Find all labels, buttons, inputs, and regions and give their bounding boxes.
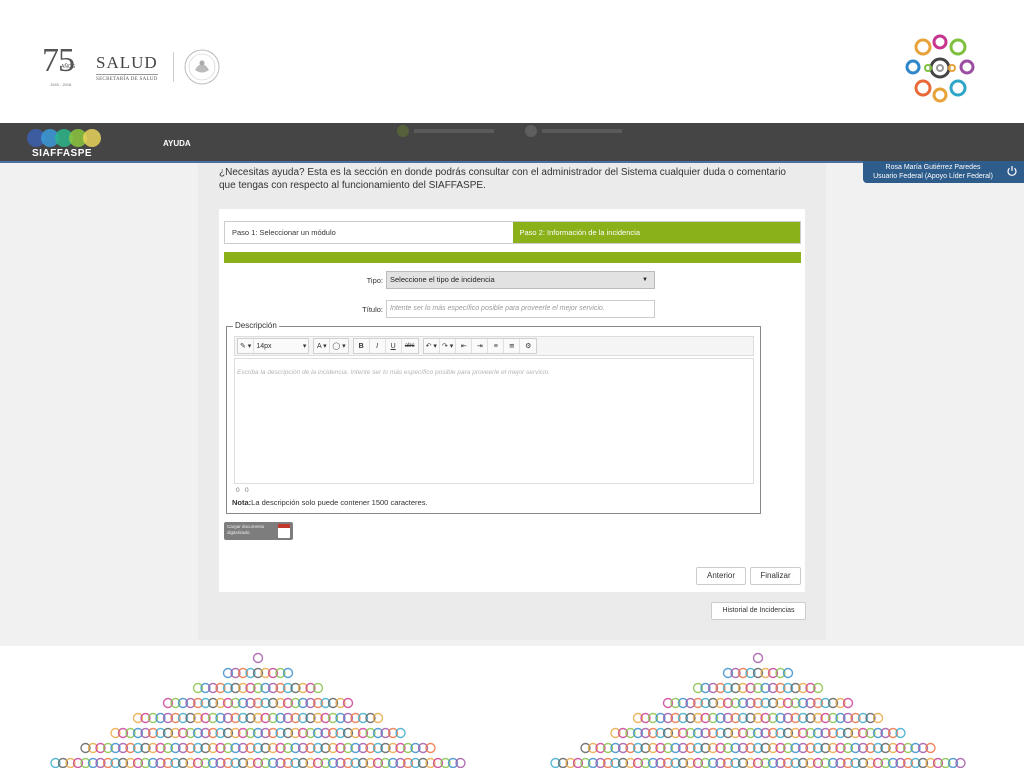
incident-panel: Paso 1: Seleccionar un módulo Paso 2: In… <box>219 209 805 592</box>
logo-salud-word: SALUD <box>96 53 158 72</box>
italic-icon[interactable]: I <box>370 339 386 353</box>
titulo-input[interactable]: Intente ser lo más específico posible pa… <box>386 300 655 318</box>
nav-item-ayuda[interactable]: AYUDA <box>163 139 191 148</box>
indent-right-icon[interactable]: ⇥ <box>472 339 489 353</box>
user-name: Rosa María Gutiérrez Paredes <box>885 164 981 171</box>
counter-right: 0 <box>245 487 249 494</box>
wizard-step-2[interactable]: Paso 2: Información de la incidencia <box>512 222 800 243</box>
logo-salud-sub: SECRETARÍA DE SALUD <box>96 77 158 82</box>
anterior-button[interactable]: Anterior <box>696 567 746 585</box>
nota-text: Nota:La descripción solo puede contener … <box>232 498 428 507</box>
ghost-circle-icon <box>524 124 622 138</box>
help-intro-text: ¿Necesitas ayuda? Esta es la sección en … <box>219 167 786 191</box>
mexico-seal-icon <box>184 49 220 85</box>
rings-logo-icon <box>905 34 975 103</box>
select-arrow-icon: ▼ <box>642 277 648 283</box>
font-size-select[interactable]: 14px ▾ <box>254 339 308 353</box>
logo-salud: SALUD SECRETARÍA DE SALUD <box>96 54 158 82</box>
user-panel[interactable]: Rosa María Gutiérrez Paredes Usuario Fed… <box>863 161 1024 183</box>
upload-document-button[interactable]: Cargar documento digitalizado <box>224 522 293 540</box>
navbar: SIAFFASPE AYUDA <box>0 123 1024 161</box>
settings-icon[interactable]: ⚙ <box>520 339 536 353</box>
decorative-rings-pattern-right <box>550 652 966 768</box>
underline-icon[interactable]: U <box>386 339 402 353</box>
titulo-label: Título: <box>362 305 383 314</box>
editor-placeholder: Escriba la descripción de la incidencia.… <box>237 369 550 376</box>
historial-button[interactable]: Historial de Incidencias <box>711 602 806 620</box>
tipo-select[interactable]: Seleccione el tipo de incidencia ▼ <box>386 271 655 289</box>
highlight-color-icon[interactable]: ◯ ▾ <box>330 339 347 353</box>
wizard-step-1[interactable]: Paso 1: Seleccionar un módulo <box>225 222 513 243</box>
descripcion-fieldset: Descripción ✎ ▾ 14px ▾ A ▾ ◯ ▾ B I U abc … <box>226 321 761 514</box>
numbered-list-icon[interactable]: ≌ <box>504 339 521 353</box>
undo-icon[interactable]: ↶ ▾ <box>424 339 440 353</box>
font-color-icon[interactable]: A ▾ <box>314 339 331 353</box>
nota-label: Nota: <box>232 498 252 507</box>
font-size-value: 14px <box>256 342 272 350</box>
strikethrough-icon[interactable]: abc <box>402 339 418 353</box>
indent-left-icon[interactable]: ⇤ <box>456 339 473 353</box>
pattern-ring <box>252 652 264 664</box>
power-icon[interactable] <box>1006 165 1018 177</box>
wizard-progress-bar <box>224 252 801 263</box>
descripcion-legend: Descripción <box>233 321 279 330</box>
style-brush-icon[interactable]: ✎ ▾ <box>238 339 255 353</box>
logo-75-years: 1943 - 2018 <box>50 82 72 87</box>
user-role: Usuario Federal (Apoyo Líder Federal) <box>873 173 993 180</box>
counter-left: 0 <box>236 487 240 494</box>
upload-document-label: Cargar documento digitalizado <box>227 524 265 535</box>
finalizar-button[interactable]: Finalizar <box>750 567 801 585</box>
pattern-ring <box>752 652 764 664</box>
redo-icon[interactable]: ↷ ▾ <box>440 339 457 353</box>
logo-divider <box>173 52 174 82</box>
siaffaspe-brand[interactable]: SIAFFASPE <box>32 148 92 159</box>
bullet-list-icon[interactable]: ≡ <box>488 339 505 353</box>
nota-body: La descripción solo puede contener 1500 … <box>251 498 428 507</box>
bold-icon[interactable]: B <box>354 339 370 353</box>
top-header: 75 AÑOS 1943 - 2018 SALUD SECRETARÍA DE … <box>0 0 1024 123</box>
tipo-select-value: Seleccione el tipo de incidencia <box>390 275 495 284</box>
tipo-label: Tipo: <box>366 276 383 285</box>
logo-75-anos: 75 AÑOS 1943 - 2018 <box>42 44 82 88</box>
wizard-steps: Paso 1: Seleccionar un módulo Paso 2: In… <box>224 221 801 244</box>
titulo-placeholder: Intente ser lo más específico posible pa… <box>390 305 605 312</box>
character-counter: 0 0 <box>236 487 249 494</box>
pdf-icon <box>278 524 290 538</box>
logo-75-number: 75 <box>42 42 75 79</box>
logo-75-anos-label: AÑOS <box>61 64 76 70</box>
decorative-rings-pattern-left <box>50 652 466 768</box>
ghost-check-icon <box>396 124 494 138</box>
description-editor[interactable]: Escriba la descripción de la incidencia.… <box>234 358 754 484</box>
editor-toolbar: ✎ ▾ 14px ▾ A ▾ ◯ ▾ B I U abc ↶ ▾ ↷ ▾ ⇤ ⇥ … <box>234 336 754 356</box>
